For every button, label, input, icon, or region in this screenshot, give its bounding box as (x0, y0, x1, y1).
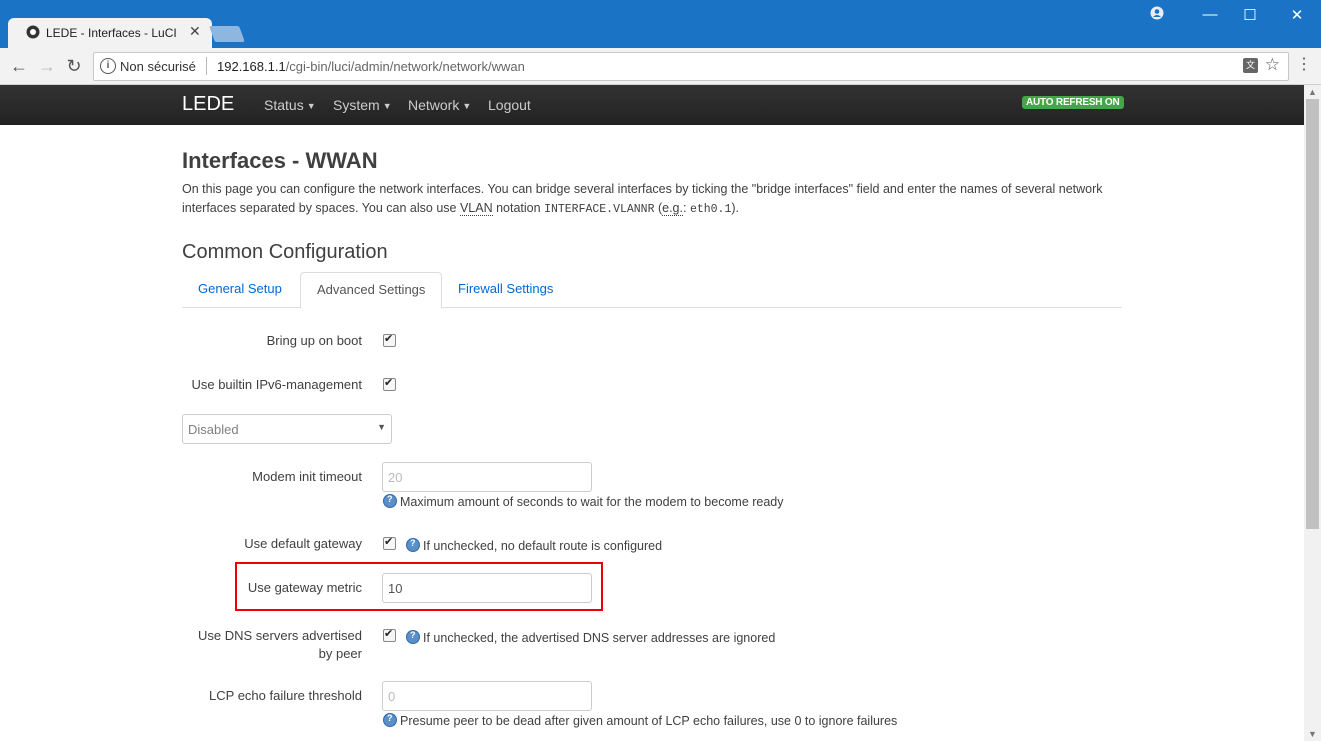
page-description: On this page you can configure the netwo… (182, 182, 1103, 216)
default-gateway-label: Use default gateway (244, 536, 362, 551)
browser-titlebar: LEDE - Interfaces - LuCI ✕ — ☐ ✕ (0, 0, 1321, 48)
nav-system[interactable]: System ▼ (333, 97, 392, 113)
translate-icon[interactable]: 文 (1243, 58, 1258, 73)
help-icon (406, 630, 420, 644)
lcp-threshold-label: LCP echo failure threshold (209, 688, 362, 703)
modem-init-timeout-hint: Maximum amount of seconds to wait for th… (383, 494, 784, 509)
minimize-icon[interactable]: — (1190, 6, 1230, 23)
bring-up-on-boot-label: Bring up on boot (266, 333, 362, 348)
page-title: Interfaces - WWAN (182, 148, 378, 173)
new-tab-button[interactable] (209, 26, 245, 42)
address-bar[interactable]: i Non sécurisé 192.168.1.1/cgi-bin/luci/… (93, 52, 1289, 81)
lede-favicon-icon (26, 25, 40, 39)
tab-close-icon[interactable]: ✕ (189, 23, 201, 40)
auto-refresh-badge[interactable]: AUTO REFRESH ON (1022, 96, 1124, 109)
lede-navbar: LEDE Status ▼ System ▼ Network ▼ Logout AUT… (0, 85, 1304, 125)
scroll-up-icon[interactable]: ▲ (1308, 87, 1317, 97)
default-gateway-hint: If unchecked, no default route is config… (406, 538, 662, 553)
browser-menu-icon[interactable]: ⋮ (1296, 54, 1312, 74)
caret-down-icon: ▼ (306, 101, 316, 112)
scroll-thumb[interactable] (1306, 99, 1319, 529)
tab-advanced-settings[interactable]: Advanced Settings (300, 272, 443, 309)
tab-firewall-settings[interactable]: Firewall Settings (442, 272, 569, 306)
section-title: Common Configuration (182, 241, 388, 263)
page-scrollbar[interactable]: ▲ ▼ (1304, 85, 1321, 741)
config-tabs: General Setup Advanced Settings Firewall… (182, 272, 1122, 309)
security-label: Non sécurisé (120, 59, 196, 74)
forward-arrow-icon[interactable]: → (36, 55, 58, 77)
help-icon (383, 713, 397, 727)
divider (206, 57, 207, 75)
dns-servers-label: Use DNS servers advertised by peer (198, 628, 362, 661)
dropdown-arrow-icon: ▼ (377, 422, 386, 432)
maximize-icon[interactable]: ☐ (1230, 6, 1270, 24)
modem-init-timeout-input[interactable]: 20 (382, 462, 592, 492)
caret-down-icon: ▼ (382, 101, 392, 112)
modem-init-timeout-placeholder: 20 (388, 470, 403, 485)
nav-network[interactable]: Network ▼ (408, 97, 471, 113)
nav-status[interactable]: Status ▼ (264, 97, 316, 113)
close-window-icon[interactable]: ✕ (1277, 6, 1317, 24)
nav-logout[interactable]: Logout (488, 97, 531, 113)
info-icon[interactable]: i (100, 58, 116, 74)
ipv6-mode-select[interactable]: Disabled ▼ (182, 414, 392, 444)
bring-up-on-boot-checkbox[interactable] (383, 332, 396, 347)
tab-title: LEDE - Interfaces - LuCI (46, 26, 177, 40)
default-gateway-checkbox[interactable] (383, 535, 396, 550)
modem-init-timeout-label: Modem init timeout (252, 469, 362, 484)
help-icon (383, 494, 397, 508)
browser-toolbar: ← → ↻ i Non sécurisé 192.168.1.1/cgi-bin… (0, 48, 1321, 85)
lcp-threshold-hint: Presume peer to be dead after given amou… (383, 713, 897, 728)
url-text[interactable]: 192.168.1.1/cgi-bin/luci/admin/network/n… (217, 59, 525, 74)
reload-icon[interactable]: ↻ (63, 55, 85, 77)
bookmark-star-icon[interactable]: ☆ (1265, 55, 1280, 75)
lcp-threshold-input[interactable]: 0 (382, 681, 592, 711)
select-value: Disabled (188, 422, 239, 437)
dns-servers-checkbox[interactable] (383, 627, 396, 642)
back-arrow-icon[interactable]: ← (8, 55, 30, 77)
dns-servers-hint: If unchecked, the advertised DNS server … (406, 630, 775, 645)
ipv6-management-checkbox[interactable] (383, 376, 396, 391)
lcp-threshold-placeholder: 0 (388, 689, 396, 704)
help-icon (406, 538, 420, 552)
highlight-box (235, 562, 603, 611)
profile-icon[interactable] (1137, 6, 1177, 24)
browser-tab[interactable]: LEDE - Interfaces - LuCI ✕ (8, 18, 212, 48)
scroll-down-icon[interactable]: ▼ (1308, 729, 1317, 739)
caret-down-icon: ▼ (462, 101, 472, 112)
tab-general-setup[interactable]: General Setup (182, 272, 298, 306)
ipv6-management-label: Use builtin IPv6-management (191, 377, 362, 392)
brand-logo[interactable]: LEDE (182, 93, 234, 116)
